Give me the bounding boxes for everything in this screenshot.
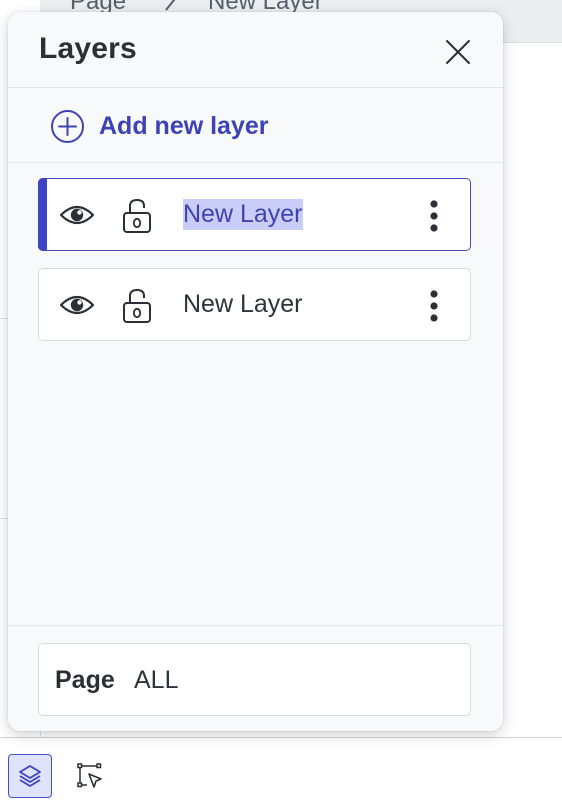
- selection-indicator: [38, 178, 47, 251]
- panel-title: Layers: [39, 32, 137, 65]
- more-vertical-icon: [430, 200, 438, 232]
- page-value: ALL: [134, 666, 179, 694]
- add-new-layer-label: Add new layer: [99, 111, 269, 140]
- layer-options-button[interactable]: [424, 199, 444, 233]
- layer-item[interactable]: New Layer: [38, 268, 471, 341]
- layer-options-button[interactable]: [424, 289, 444, 323]
- lock-toggle[interactable]: [121, 287, 153, 325]
- close-icon: [446, 40, 470, 64]
- panel-footer: Page ALL: [8, 625, 503, 731]
- add-layer-row: Add new layer: [8, 88, 503, 163]
- close-button[interactable]: [442, 36, 474, 68]
- unlocked-padlock-icon: [123, 198, 151, 233]
- layers-panel: Layers Add new layer New Layer New Layer…: [8, 12, 503, 731]
- more-vertical-icon: [430, 290, 438, 322]
- layer-item[interactable]: New Layer: [38, 178, 471, 251]
- visibility-toggle[interactable]: [59, 200, 95, 230]
- layers-icon: [19, 765, 41, 787]
- unlocked-padlock-icon: [123, 288, 151, 323]
- plus-circle-icon: [51, 109, 84, 143]
- select-tool-button[interactable]: [68, 754, 112, 798]
- visibility-toggle[interactable]: [59, 290, 95, 320]
- layers-tool-button[interactable]: [8, 754, 52, 798]
- lock-toggle[interactable]: [121, 197, 153, 235]
- panel-header: Layers: [8, 12, 503, 88]
- eye-icon: [59, 295, 95, 315]
- add-new-layer-button[interactable]: Add new layer: [50, 108, 269, 144]
- page-filter-select[interactable]: Page ALL: [38, 643, 471, 716]
- page-label: Page: [55, 666, 115, 694]
- bottom-toolbar: [0, 737, 562, 800]
- layer-name[interactable]: New Layer: [183, 199, 303, 230]
- eye-icon: [59, 205, 95, 225]
- select-frame-icon: [77, 763, 102, 788]
- layer-name[interactable]: New Layer: [183, 289, 303, 320]
